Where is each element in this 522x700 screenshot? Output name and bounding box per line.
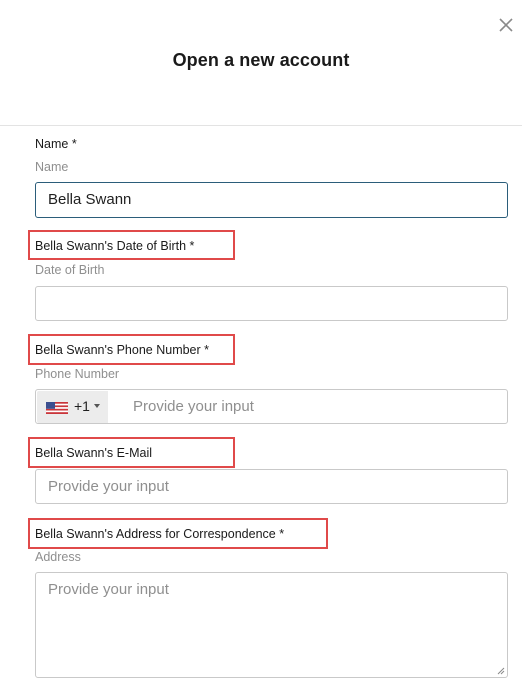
dob-sublabel: Date of Birth bbox=[35, 263, 105, 277]
close-button[interactable] bbox=[495, 14, 517, 36]
new-account-dialog: Open a new account Name * Name Bella Swa… bbox=[0, 0, 522, 700]
address-label: Bella Swann's Address for Correspondence… bbox=[35, 527, 285, 541]
resize-handle-icon[interactable] bbox=[497, 667, 505, 675]
address-textarea[interactable]: Provide your input bbox=[35, 572, 508, 678]
us-flag-icon bbox=[46, 402, 68, 414]
dob-label: Bella Swann's Date of Birth * bbox=[35, 239, 195, 253]
name-input-value: Bella Swann bbox=[48, 191, 132, 208]
address-textarea-placeholder: Provide your input bbox=[48, 581, 169, 598]
email-label: Bella Swann's E-Mail bbox=[35, 446, 153, 460]
chevron-down-icon bbox=[94, 404, 100, 408]
dialog-title: Open a new account bbox=[172, 50, 350, 70]
country-code: +1 bbox=[74, 398, 90, 414]
email-input[interactable]: Provide your input bbox=[35, 469, 508, 504]
name-sublabel: Name bbox=[35, 160, 69, 174]
name-label: Name * bbox=[35, 137, 77, 151]
phone-label: Bella Swann's Phone Number * bbox=[35, 343, 210, 357]
phone-input-placeholder: Provide your input bbox=[133, 398, 254, 415]
phone-sublabel: Phone Number bbox=[35, 367, 120, 381]
address-sublabel: Address bbox=[35, 550, 81, 564]
dob-input[interactable] bbox=[35, 286, 508, 321]
country-code-select[interactable]: +1 bbox=[37, 391, 108, 423]
phone-input[interactable]: +1 Provide your input bbox=[35, 389, 508, 424]
email-input-placeholder: Provide your input bbox=[48, 478, 169, 495]
name-input[interactable]: Bella Swann bbox=[35, 182, 508, 218]
header-divider bbox=[0, 125, 522, 126]
close-icon bbox=[499, 18, 513, 32]
